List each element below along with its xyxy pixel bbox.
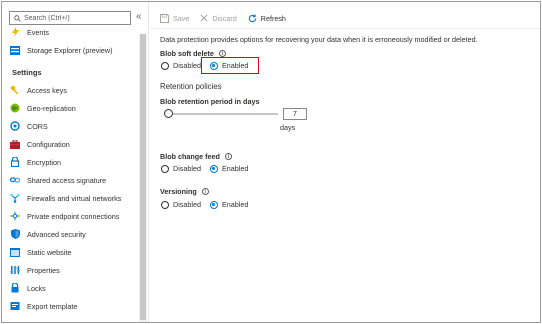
properties-icon — [10, 265, 20, 275]
sidebar-item-label: Storage Explorer (preview) — [27, 45, 113, 55]
sidebar-item-export-template[interactable]: Export template — [10, 299, 135, 313]
sidebar-item-label: Firewalls and virtual networks — [27, 193, 122, 203]
search-icon — [14, 14, 21, 22]
endpoint-icon — [10, 211, 20, 221]
versioning-label: Versioning i — [160, 187, 209, 196]
radio-label: Disabled — [173, 61, 201, 70]
website-icon — [10, 247, 20, 257]
radio-label: Enabled — [221, 200, 249, 209]
versioning-disabled-radio[interactable]: Disabled — [161, 200, 201, 209]
sidebar-item-shared-access-signature[interactable]: Shared access signature — [10, 173, 135, 187]
soft-delete-disabled-radio[interactable]: Disabled — [161, 61, 201, 70]
radio-label: Disabled — [173, 200, 201, 209]
sidebar-item-label: Properties — [27, 265, 60, 275]
change-feed-label: Blob change feed i — [160, 152, 232, 161]
sidebar-item-label: Access keys — [27, 85, 67, 95]
toolbox-icon — [10, 139, 20, 149]
sidebar-item-properties[interactable]: Properties — [10, 263, 135, 277]
storage-explorer-icon — [10, 45, 20, 55]
main-content: Data protection provides options for rec… — [160, 2, 540, 322]
retention-policies-title: Retention policies — [160, 82, 222, 91]
change-feed-label-text: Blob change feed — [160, 152, 220, 161]
radio-circle — [161, 200, 169, 209]
days-unit-label: days — [280, 123, 296, 132]
change-feed-enabled-radio[interactable]: Enabled — [209, 164, 249, 173]
radio-circle-selected — [209, 200, 218, 209]
versioning-enabled-radio[interactable]: Enabled — [209, 200, 249, 209]
app-frame: « Events Storage Explorer (preview) Sett… — [1, 1, 541, 323]
versioning-radio-group: Disabled Enabled — [161, 200, 257, 209]
sidebar-item-label: Shared access signature — [27, 175, 107, 185]
sidebar-item-label: Export template — [27, 301, 78, 311]
sidebar-scrollbar[interactable] — [139, 34, 147, 322]
retention-slider-track[interactable] — [168, 113, 278, 115]
retention-period-label: Blob retention period in days — [160, 97, 260, 106]
lightning-icon — [10, 27, 20, 37]
versioning-label-text: Versioning — [160, 187, 197, 196]
sidebar-item-label: Advanced security — [27, 229, 86, 239]
sidebar-item-label: Encryption — [27, 157, 61, 167]
sidebar-item-label: Configuration — [27, 139, 70, 149]
sidebar-item-label: Geo-replication — [27, 103, 76, 113]
radio-label: Disabled — [173, 164, 201, 173]
globe-icon — [10, 103, 20, 113]
sidebar-item-locks[interactable]: Locks — [10, 281, 135, 295]
sidebar-item-label: Private endpoint connections — [27, 211, 120, 221]
radio-circle — [161, 164, 169, 173]
info-icon[interactable]: i — [218, 50, 226, 57]
export-template-icon — [10, 301, 20, 311]
retention-slider-thumb[interactable] — [164, 109, 173, 118]
sidebar-item-configuration[interactable]: Configuration — [10, 137, 135, 151]
sidebar-item-geo-replication[interactable]: Geo-replication — [10, 101, 135, 115]
description-text: Data protection provides options for rec… — [160, 35, 478, 44]
sidebar-item-private-endpoints[interactable]: Private endpoint connections — [10, 209, 135, 223]
sidebar-item-encryption[interactable]: Encryption — [10, 155, 135, 169]
sidebar-item-cors[interactable]: CORS — [10, 119, 135, 133]
key-icon — [10, 85, 20, 95]
collapse-sidebar-button[interactable]: « — [136, 11, 142, 23]
sidebar-item-advanced-security[interactable]: Advanced security — [10, 227, 135, 241]
network-icon — [10, 193, 20, 203]
change-feed-disabled-radio[interactable]: Disabled — [161, 164, 201, 173]
cors-icon — [10, 121, 20, 131]
radio-circle — [161, 61, 169, 70]
sidebar-item-firewalls[interactable]: Firewalls and virtual networks — [10, 191, 135, 205]
sidebar-item-label: Events — [27, 27, 49, 37]
settings-section-title: Settings — [12, 68, 42, 77]
search-box[interactable] — [9, 11, 131, 25]
lock-icon — [10, 157, 20, 167]
sidebar-item-storage-explorer[interactable]: Storage Explorer (preview) — [10, 43, 135, 57]
lock-icon — [10, 283, 20, 293]
sidebar-item-label: Locks — [27, 283, 46, 293]
sidebar-item-static-website[interactable]: Static website — [10, 245, 135, 259]
sidebar: « Events Storage Explorer (preview) Sett… — [2, 2, 149, 322]
retention-days-input[interactable] — [283, 108, 307, 120]
scrollbar-thumb[interactable] — [140, 34, 146, 320]
sidebar-item-label: Static website — [27, 247, 72, 257]
sidebar-item-label: CORS — [27, 121, 48, 131]
radio-circle-selected — [209, 164, 218, 173]
change-feed-radio-group: Disabled Enabled — [161, 164, 257, 173]
search-input[interactable] — [21, 14, 124, 22]
sidebar-item-events[interactable]: Events — [10, 25, 135, 39]
radio-label: Enabled — [221, 164, 249, 173]
link-icon — [10, 175, 20, 185]
sidebar-item-access-keys[interactable]: Access keys — [10, 83, 135, 97]
info-icon[interactable]: i — [201, 188, 209, 195]
highlight-box — [201, 57, 259, 74]
shield-icon — [10, 229, 20, 239]
info-icon[interactable]: i — [224, 153, 232, 160]
